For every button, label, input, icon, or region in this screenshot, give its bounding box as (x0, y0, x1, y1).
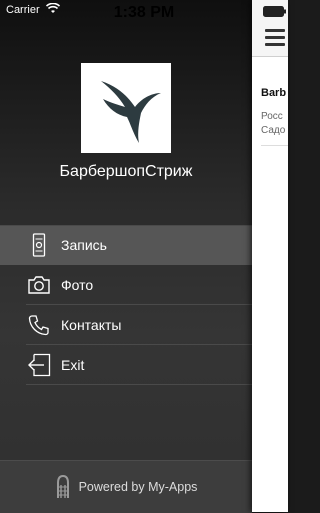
battery-icon (263, 4, 287, 22)
content-line-1: Росс (261, 111, 283, 122)
content-line-2: Садо (261, 125, 286, 136)
app-title: БарбершопСтриж (59, 163, 193, 180)
content-divider (261, 145, 288, 146)
content-top-bar (252, 0, 288, 57)
app-logo (81, 63, 171, 153)
exit-icon (26, 352, 52, 378)
status-time: 1:38 PM (113, 4, 175, 21)
menu-label: Exit (61, 357, 85, 373)
drawer-menu: Запись Фото Контакты Exit (0, 225, 252, 385)
menu-label: Контакты (61, 317, 122, 333)
main-content-panel[interactable]: Barb Росс Садо (252, 0, 288, 512)
camera-icon (26, 272, 52, 298)
phone-icon (26, 312, 52, 338)
swift-bird-icon (101, 81, 161, 143)
content-heading: Barb (261, 87, 287, 99)
menu-item-contacts[interactable]: Контакты (0, 305, 252, 345)
powered-by-footer[interactable]: Powered by My-Apps (0, 460, 252, 513)
menu-item-booking[interactable]: Запись (0, 225, 252, 265)
menu-toggle-icon[interactable] (265, 29, 285, 50)
side-drawer: Carrier БарбершопСтриж Запись Фото Конта… (0, 0, 252, 513)
menu-divider (26, 384, 252, 385)
menu-label: Фото (61, 277, 94, 293)
ticket-icon (26, 232, 52, 258)
footer-text: Powered by My-Apps (78, 480, 198, 494)
my-apps-logo-icon (55, 474, 71, 499)
menu-item-exit[interactable]: Exit (0, 345, 252, 385)
menu-label: Запись (61, 237, 107, 253)
menu-item-photo[interactable]: Фото (0, 265, 252, 305)
